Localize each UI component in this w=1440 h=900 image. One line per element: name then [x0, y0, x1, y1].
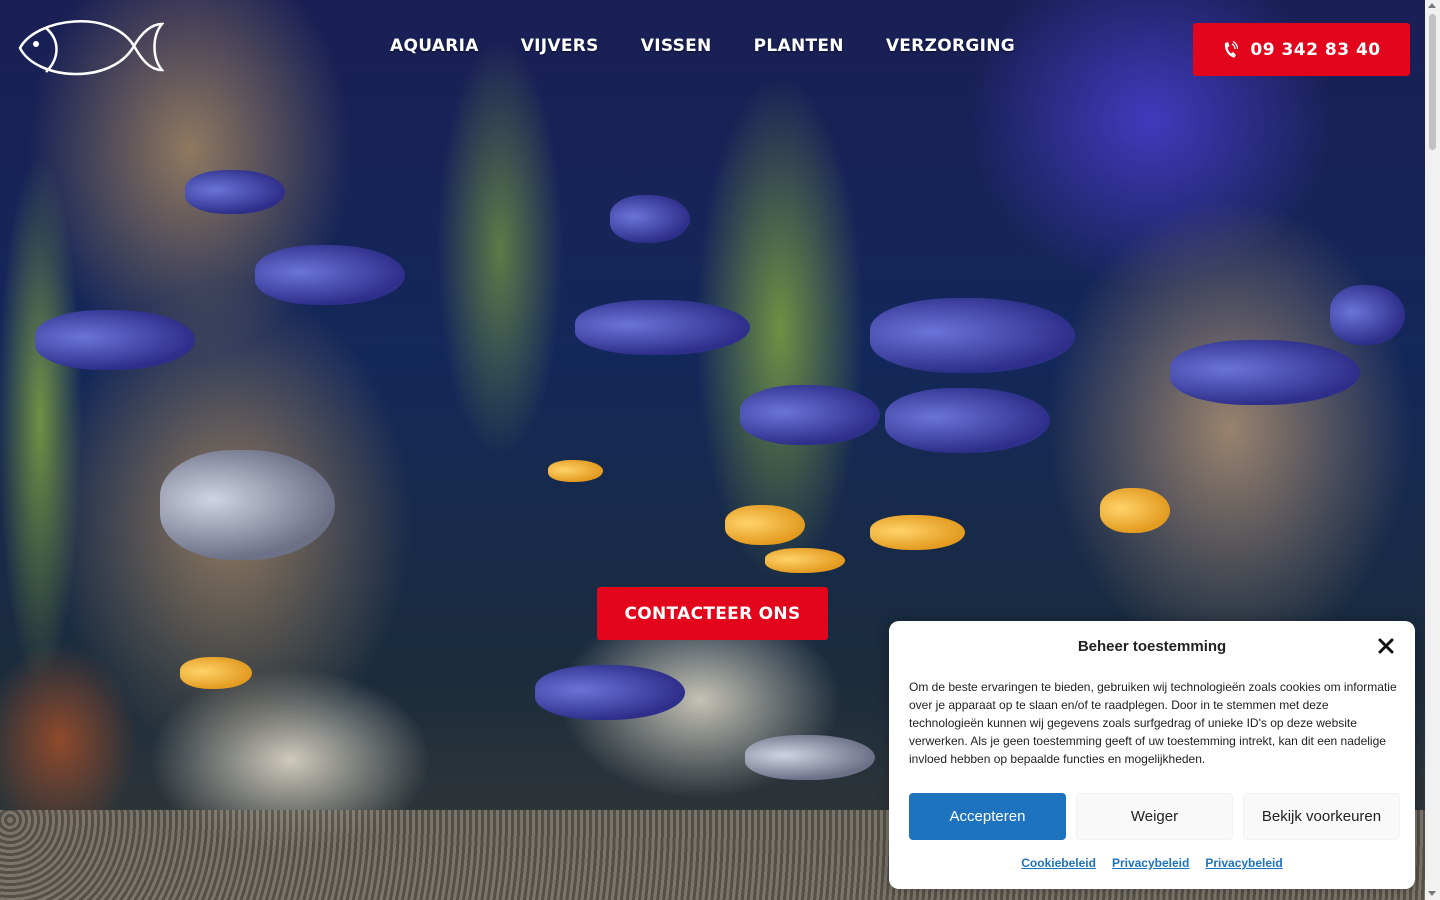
fish-image: [610, 195, 690, 243]
fish-image: [1330, 285, 1405, 345]
fish-image: [740, 385, 880, 445]
fish-image: [160, 450, 335, 560]
fish-logo-icon[interactable]: [16, 14, 164, 86]
privacy-policy-link[interactable]: Privacybeleid: [1112, 856, 1189, 870]
scrollbar[interactable]: [1425, 0, 1440, 900]
view-preferences-button[interactable]: Bekijk voorkeuren: [1243, 793, 1400, 840]
contact-button[interactable]: CONTACTEER ONS: [597, 587, 828, 640]
fish-image: [180, 657, 252, 689]
fish-image: [35, 310, 195, 370]
nav-aquaria[interactable]: AQUARIA: [390, 36, 479, 56]
nav-verzorging[interactable]: VERZORGING: [886, 36, 1015, 56]
fish-image: [535, 665, 685, 720]
cookie-title: Beheer toestemming: [1077, 638, 1227, 655]
scroll-up-arrow-icon[interactable]: [1428, 3, 1436, 8]
fish-image: [548, 460, 603, 482]
fish-image: [1100, 488, 1170, 533]
nav-planten[interactable]: PLANTEN: [754, 36, 844, 56]
scroll-down-arrow-icon[interactable]: [1428, 891, 1436, 896]
fish-image: [870, 298, 1075, 373]
fish-image: [885, 388, 1050, 453]
cookie-policy-link[interactable]: Cookiebeleid: [1021, 856, 1096, 870]
main-nav: AQUARIA VIJVERS VISSEN PLANTEN VERZORGIN…: [390, 36, 1057, 56]
nav-vijvers[interactable]: VIJVERS: [521, 36, 599, 56]
fish-image: [255, 245, 405, 305]
nav-vissen[interactable]: VISSEN: [641, 36, 712, 56]
cookie-consent-dialog: Beheer toestemming Om de beste ervaringe…: [889, 621, 1415, 889]
fish-image: [575, 300, 750, 355]
fish-image: [725, 505, 805, 545]
fish-image: [185, 170, 285, 214]
deny-button[interactable]: Weiger: [1076, 793, 1233, 840]
fish-image: [870, 515, 965, 550]
accept-button[interactable]: Accepteren: [909, 793, 1066, 840]
cookie-links: Cookiebeleid Privacybeleid Privacybeleid: [889, 856, 1415, 870]
cookie-buttons: Accepteren Weiger Bekijk voorkeuren: [909, 793, 1400, 840]
privacy-policy-link-2[interactable]: Privacybeleid: [1205, 856, 1282, 870]
phone-button[interactable]: 09 342 83 40: [1193, 23, 1410, 76]
phone-icon: [1225, 40, 1239, 57]
fish-image: [765, 548, 845, 573]
phone-number: 09 342 83 40: [1250, 39, 1381, 60]
fish-image: [745, 735, 875, 780]
close-icon[interactable]: [1377, 637, 1395, 655]
scroll-thumb[interactable]: [1429, 14, 1436, 150]
fish-image: [1170, 340, 1360, 405]
cookie-text: Om de beste ervaringen te bieden, gebrui…: [909, 680, 1397, 766]
